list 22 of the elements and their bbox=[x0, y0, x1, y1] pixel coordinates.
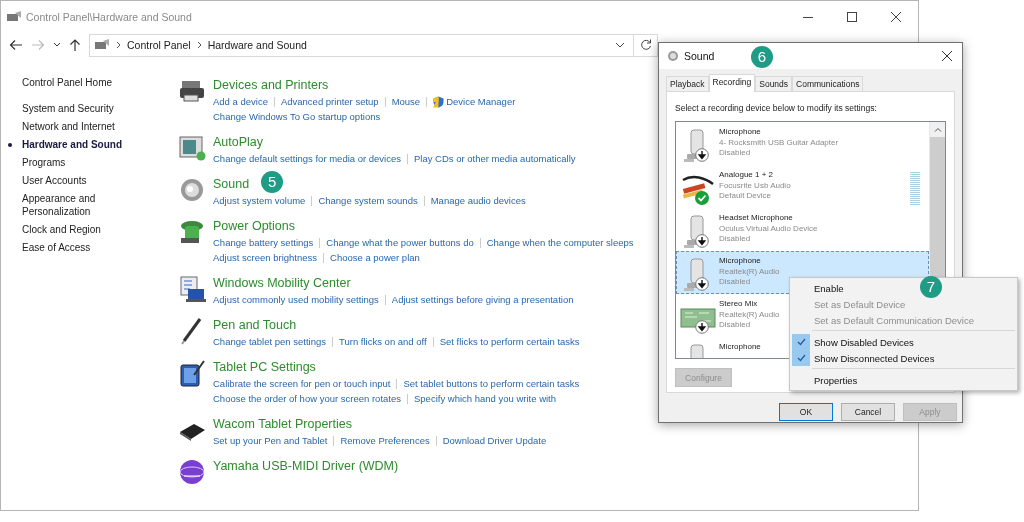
device-detail: 4- Rocksmith USB Guitar Adapter bbox=[719, 137, 839, 149]
device-detail: Realtek(R) Audio bbox=[719, 309, 780, 321]
device-detail: Oculus Virtual Audio Device bbox=[719, 223, 818, 235]
device-detail: Default Device bbox=[719, 191, 773, 202]
instruction-text: Select a recording device below to modify its settings: bbox=[675, 103, 878, 113]
device-detail: Realtek(R) Audio bbox=[719, 266, 780, 278]
device-name: Microphone bbox=[719, 127, 762, 138]
device-name: Microphone bbox=[719, 342, 761, 353]
window-title: Control Panel\Hardware and Sound bbox=[26, 11, 193, 23]
device-detail: Disabled bbox=[719, 320, 752, 331]
step-number-badge: 7 bbox=[920, 276, 942, 298]
device-detail: Disabled bbox=[719, 148, 752, 159]
device-detail: Disabled bbox=[719, 234, 752, 245]
device-name: Microphone bbox=[719, 256, 762, 267]
device-detail: Focusrite Usb Audio bbox=[719, 180, 791, 192]
device-name: Headset Microphone bbox=[719, 213, 794, 224]
device-name: Stereo Mix bbox=[719, 299, 759, 310]
device-name: Analogue 1 + 2 bbox=[719, 170, 775, 181]
dialog-title: Sound bbox=[684, 50, 715, 62]
step-number-badge: 5 bbox=[261, 171, 284, 193]
device-detail: Disabled bbox=[719, 277, 752, 288]
step-number-badge: 6 bbox=[751, 46, 773, 68]
